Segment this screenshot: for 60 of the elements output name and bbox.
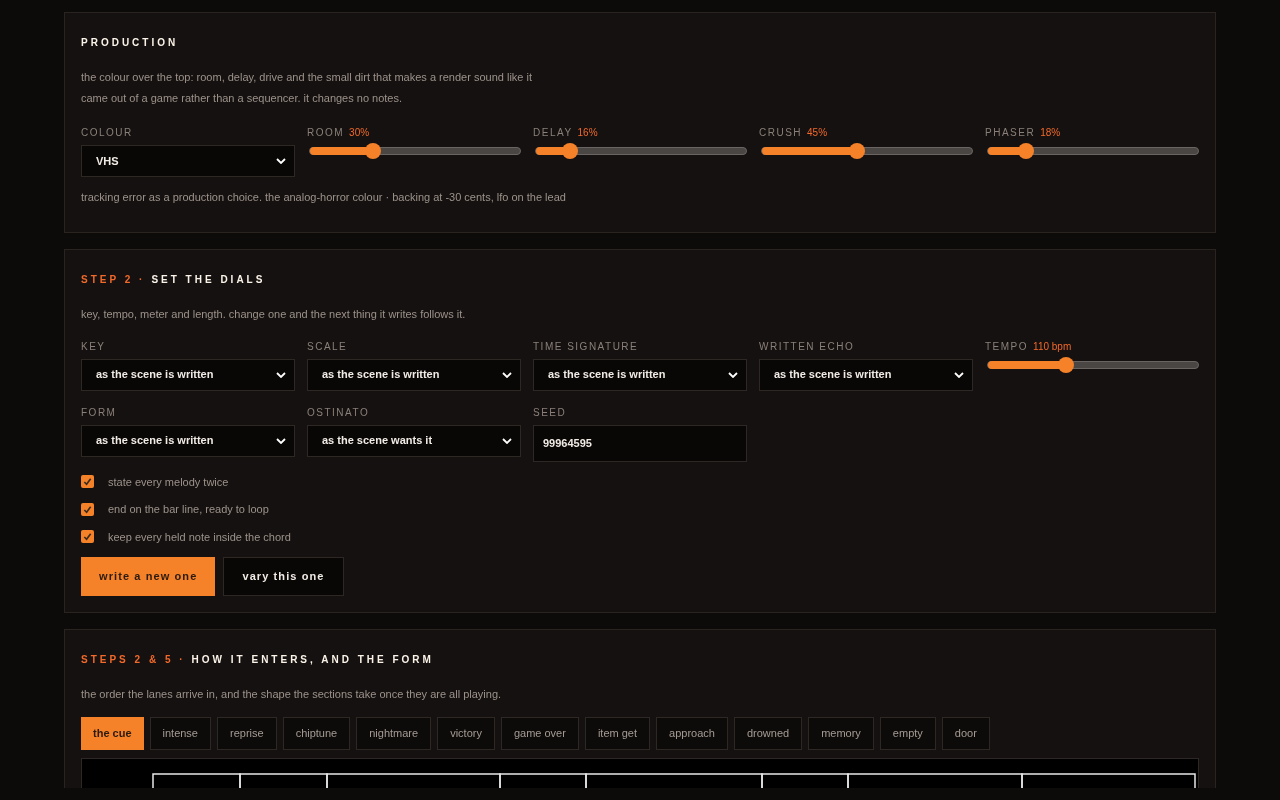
section-description: the colour over the top: room, delay, drive and the small dirt that makes a render sound like it came out of a game rather than a sequencer. it changes no notes. (81, 70, 534, 106)
field-label: PHASER (985, 126, 1036, 139)
section-title: SET THE DIALS (151, 272, 266, 286)
slider-value: 110 bpm (1033, 339, 1072, 353)
vary-button[interactable]: vary this one (223, 557, 344, 596)
preset-tab[interactable]: intense (149, 717, 211, 750)
dropdown-value: as the scene is written (548, 367, 666, 383)
field-label: SEED (533, 405, 568, 419)
field-label: TEMPO (985, 339, 1029, 353)
field-label: FORM (81, 405, 118, 419)
checkbox-label: keep every held note inside the chord (108, 529, 291, 545)
slider-value: 45% (807, 126, 828, 139)
field-label: SCALE (307, 339, 349, 353)
preset-tab[interactable]: reprise (217, 717, 277, 750)
field-label: CRUSH (759, 126, 803, 139)
preset-tab[interactable]: empty (879, 717, 936, 750)
preset-tab[interactable]: the cue (81, 717, 144, 750)
field-label: COLOUR (81, 126, 134, 139)
preset-tab[interactable]: door (941, 717, 990, 750)
checkbox-label: end on the bar line, ready to loop (108, 502, 269, 517)
field-label: WRITTEN ECHO (759, 339, 856, 353)
dropdown-value: VHS (96, 153, 119, 169)
seed-field[interactable]: 99964595 (533, 424, 747, 462)
dropdown-value: as the scene is written (322, 367, 440, 383)
slider-value: 30% (349, 126, 370, 139)
dropdown[interactable]: as the scene is written (533, 358, 747, 391)
slider-value: 18% (1040, 126, 1061, 139)
field-label: DELAY (533, 126, 573, 139)
step-label: STEPS 2 & 5 · (81, 653, 186, 666)
section-title: HOW IT ENTERS, AND THE FORM (191, 653, 434, 666)
step-label: STEP 2 · (81, 272, 146, 286)
checkbox-label: state every melody twice (108, 474, 229, 490)
field-label: ROOM (307, 126, 345, 139)
dropdown[interactable]: VHS (81, 145, 295, 177)
dropdown-value: as the scene is written (96, 367, 214, 383)
preset-note: tracking error as a production choice. the analog-horror colour · backing at -30 cents, lfo on the lead (81, 190, 567, 205)
section-description: key, tempo, meter and length. change one and the next thing it writes follows it. (81, 306, 467, 322)
preset-tab[interactable]: game over (500, 717, 579, 750)
dropdown-value: as the scene is written (96, 433, 214, 449)
preset-tab[interactable]: memory (808, 717, 874, 750)
dropdown[interactable]: as the scene is written (759, 358, 973, 391)
field-label: OSTINATO (307, 405, 371, 419)
section-title: PRODUCTION (81, 36, 179, 49)
dropdown[interactable]: as the scene is written (307, 358, 521, 391)
write-button[interactable]: write a new one (81, 557, 216, 596)
dropdown-value: as the scene wants it (322, 433, 433, 449)
slider-value: 16% (577, 126, 598, 139)
preset-tab[interactable]: nightmare (356, 717, 432, 750)
preset-tab[interactable]: victory (437, 717, 495, 750)
preset-tab[interactable]: chiptune (282, 717, 351, 750)
preset-tab[interactable]: approach (656, 717, 728, 750)
preset-tab[interactable]: item get (584, 717, 651, 750)
preset-tab[interactable]: drowned (733, 717, 803, 750)
dropdown[interactable]: as the scene is written (81, 358, 295, 391)
section-description: the order the lanes arrive in, and the shape the sections take once they are all playing. (81, 687, 503, 702)
field-label: TIME SIGNATURE (533, 339, 640, 353)
dropdown[interactable]: as the scene wants it (307, 424, 521, 457)
dropdown[interactable]: as the scene is written (81, 424, 295, 457)
dropdown-value: as the scene is written (774, 367, 892, 383)
field-label: KEY (81, 339, 107, 353)
